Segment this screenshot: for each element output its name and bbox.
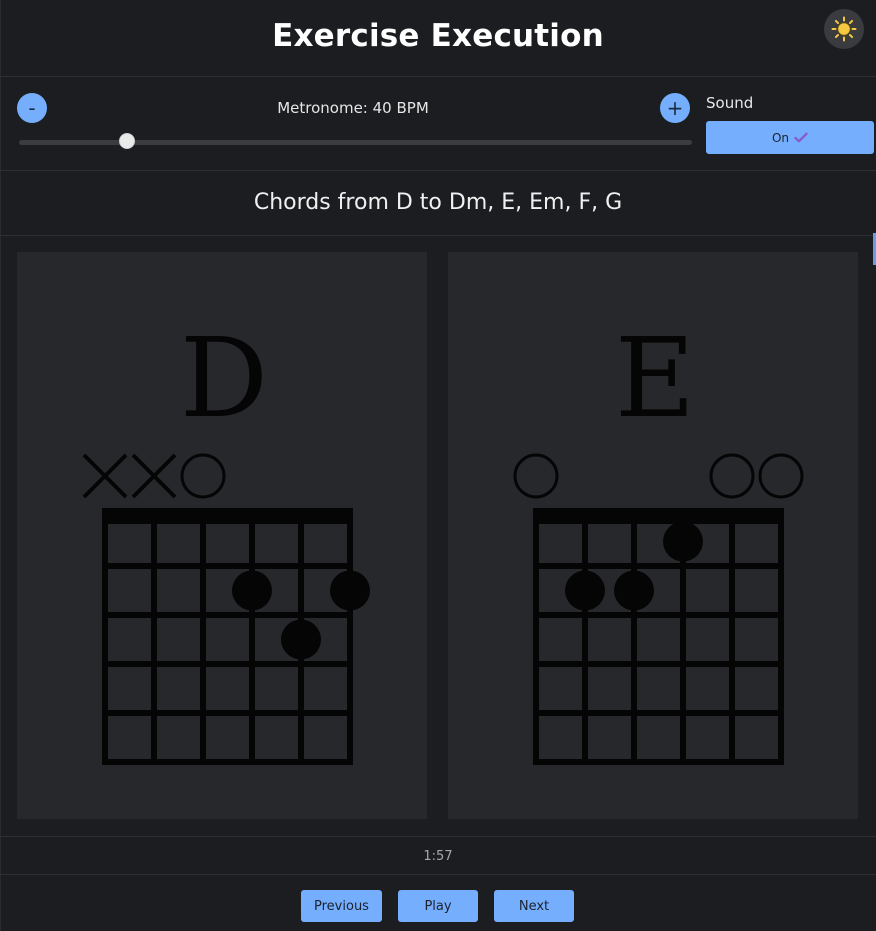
sound-toggle-label: On	[771, 130, 790, 145]
finger-dot	[232, 570, 272, 611]
finger-dot	[663, 521, 703, 562]
muted-string-marker	[82, 453, 128, 499]
exercise-header: Chords from D to Dm, E, Em, F, G	[0, 171, 876, 236]
next-button[interactable]: Next	[494, 890, 574, 922]
finger-dot	[281, 619, 321, 660]
chord-name: D	[180, 314, 268, 442]
finger-dot	[565, 570, 605, 611]
metronome-label: Metronome: 40 BPM	[277, 99, 429, 117]
play-button[interactable]: Play	[398, 890, 478, 922]
metronome-panel: - Metronome: 40 BPM + Sound On	[0, 77, 876, 171]
chord-card-e: E	[448, 252, 858, 819]
finger-dot	[330, 570, 370, 611]
chord-card-d: D	[17, 252, 427, 819]
previous-button[interactable]: Previous	[301, 890, 382, 922]
check-icon	[794, 132, 808, 143]
sound-toggle-button[interactable]: On	[706, 121, 874, 154]
open-string-marker	[180, 453, 226, 499]
timer-bar: 1:57	[0, 836, 876, 875]
chord-name: E	[615, 314, 695, 442]
open-string-marker	[513, 453, 559, 499]
sound-label: Sound	[706, 94, 754, 112]
sun-icon	[831, 16, 857, 42]
muted-string-marker	[131, 453, 177, 499]
header: Exercise Execution	[0, 0, 876, 77]
decrease-bpm-button[interactable]: -	[17, 93, 47, 123]
increase-bpm-button[interactable]: +	[660, 93, 690, 123]
bpm-slider-thumb[interactable]	[118, 133, 135, 149]
timer-display: 1:57	[423, 849, 453, 864]
open-string-marker	[758, 453, 804, 499]
theme-toggle-button[interactable]	[824, 9, 864, 49]
page-title: Exercise Execution	[272, 18, 604, 54]
exercise-title: Chords from D to Dm, E, Em, F, G	[253, 190, 623, 215]
chord-diagram: E	[513, 314, 804, 765]
finger-dot	[614, 570, 654, 611]
chord-diagram: D	[82, 314, 370, 765]
open-string-marker	[709, 453, 755, 499]
